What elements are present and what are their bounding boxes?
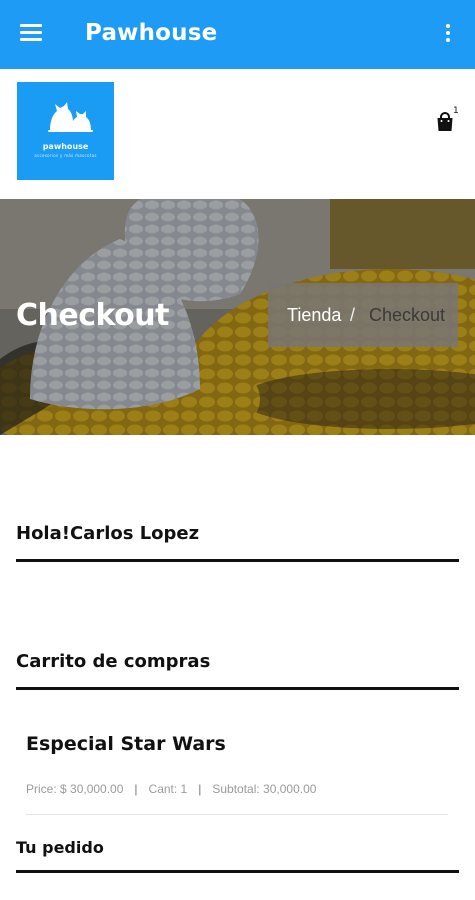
logo-brand: pawhouse xyxy=(42,142,89,151)
order-divider xyxy=(16,870,459,873)
order-heading: Tu pedido xyxy=(16,838,104,857)
cart-item-divider xyxy=(26,814,448,815)
menu-icon[interactable] xyxy=(20,24,42,42)
breadcrumb: Tienda / Checkout xyxy=(268,283,458,347)
cart-item-name: Especial Star Wars xyxy=(26,733,226,755)
cart-item-subtotal: Subtotal: 30,000.00 xyxy=(212,782,317,796)
cart-button[interactable]: 1 xyxy=(436,106,459,136)
breadcrumb-shop-link[interactable]: Tienda xyxy=(287,305,341,326)
app-title: Pawhouse xyxy=(85,20,218,46)
breadcrumb-separator: / xyxy=(350,305,356,325)
greeting-heading: Hola!Carlos Lopez xyxy=(16,523,200,544)
pawhouse-logo[interactable]: pawhouse accesorios y más mascotas xyxy=(17,82,114,180)
cart-item-price: Price: $ 30,000.00 xyxy=(26,782,124,796)
shopping-bag-icon xyxy=(437,111,453,131)
logo-tagline: accesorios y más mascotas xyxy=(34,153,97,158)
cart-count-badge: 1 xyxy=(453,106,459,116)
page-title: Checkout xyxy=(16,298,169,333)
cart-divider xyxy=(16,687,459,690)
meta-separator: | xyxy=(198,782,202,796)
hero-banner: Checkout Tienda / Checkout xyxy=(0,199,475,435)
cart-item-details: Price: $ 30,000.00 | Cant: 1 | Subtotal: 30,… xyxy=(26,782,316,796)
greeting-divider xyxy=(16,559,459,562)
app-bar: Pawhouse xyxy=(0,0,475,69)
breadcrumb-current: Checkout xyxy=(369,305,446,325)
cart-heading: Carrito de compras xyxy=(16,651,211,672)
dog-cat-icon xyxy=(48,102,93,132)
more-options-icon[interactable] xyxy=(440,24,456,46)
cart-item-quantity: Cant: 1 xyxy=(148,782,188,796)
meta-separator: | xyxy=(134,782,138,796)
